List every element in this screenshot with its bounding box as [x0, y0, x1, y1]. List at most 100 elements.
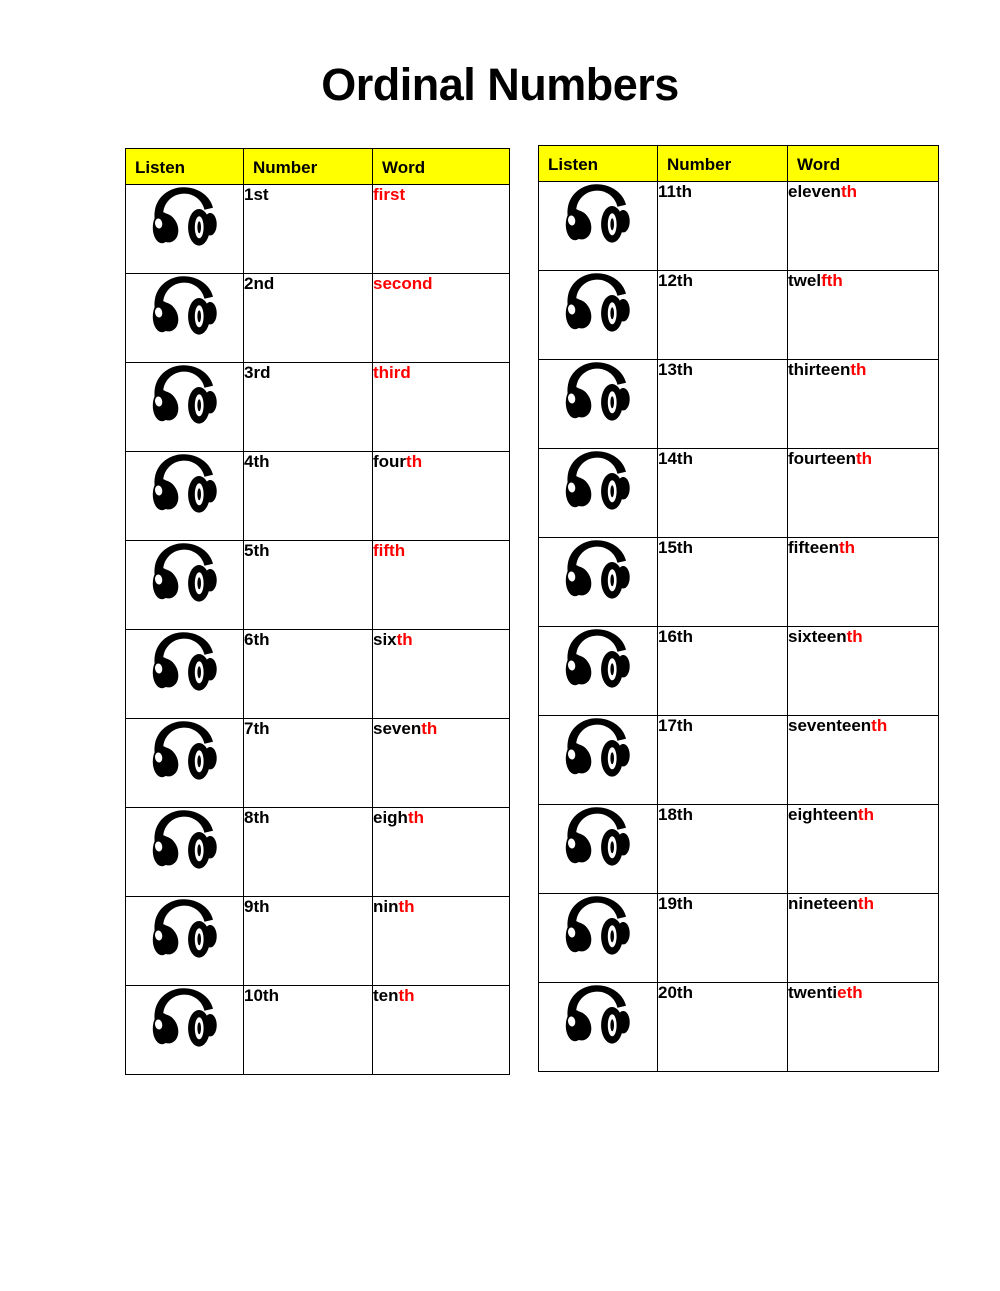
- page-title: Ordinal Numbers: [321, 59, 679, 110]
- ordinal-table-11-20: Listen Number Word 11th eleventh 12th twelf…: [538, 145, 939, 1072]
- column-header-number: Number: [243, 148, 373, 185]
- listen-cell[interactable]: [125, 718, 244, 808]
- headphones-icon[interactable]: [126, 630, 243, 692]
- listen-cell[interactable]: [538, 359, 658, 449]
- word-stem: twenti: [788, 983, 838, 1002]
- headphones-icon[interactable]: [539, 983, 657, 1045]
- listen-cell[interactable]: [538, 448, 658, 538]
- listen-cell[interactable]: [125, 896, 244, 986]
- headphones-icon[interactable]: [126, 363, 243, 425]
- headphones-icon[interactable]: [126, 986, 243, 1048]
- word-cell: first: [372, 184, 510, 274]
- word-suffix: th: [846, 627, 863, 646]
- headphones-icon[interactable]: [539, 360, 657, 422]
- word-suffix: th: [839, 538, 856, 557]
- number-cell: 12th: [657, 270, 788, 360]
- table-header-row: Listen Number Word: [538, 145, 939, 182]
- headphones-icon[interactable]: [539, 538, 657, 600]
- headphones-icon[interactable]: [126, 452, 243, 514]
- word-full-red: fifth: [373, 541, 406, 560]
- headphones-icon[interactable]: [539, 805, 657, 867]
- table-row: 20th twentieth: [538, 982, 939, 1072]
- word-stem: six: [373, 630, 397, 649]
- word-cell: sixteenth: [787, 626, 939, 716]
- headphones-icon[interactable]: [126, 185, 243, 247]
- number-cell: 17th: [657, 715, 788, 805]
- listen-cell[interactable]: [538, 270, 658, 360]
- headphones-icon[interactable]: [539, 627, 657, 689]
- word-cell: eighteenth: [787, 804, 939, 894]
- word-cell: ninth: [372, 896, 510, 986]
- table-row: 19th nineteenth: [538, 893, 939, 983]
- word-suffix: eth: [837, 983, 863, 1002]
- table-row: 12th twelfth: [538, 270, 939, 360]
- word-suffix: th: [406, 452, 423, 471]
- headphones-icon[interactable]: [126, 897, 243, 959]
- listen-cell[interactable]: [538, 982, 658, 1072]
- number-cell: 18th: [657, 804, 788, 894]
- table-row: 8th eighth: [125, 807, 510, 897]
- table-body-1-10: 1st first 2nd second 3rd third 4th fourth 5th fif…: [125, 184, 510, 1075]
- number-cell: 10th: [243, 985, 373, 1075]
- number-cell: 5th: [243, 540, 373, 630]
- word-stem: thirteen: [788, 360, 851, 379]
- table-row: 6th sixth: [125, 629, 510, 719]
- word-suffix: th: [398, 986, 415, 1005]
- word-stem: ten: [373, 986, 399, 1005]
- word-stem: fourteen: [788, 449, 856, 468]
- listen-cell[interactable]: [538, 626, 658, 716]
- headphones-icon[interactable]: [539, 271, 657, 333]
- headphones-icon[interactable]: [126, 719, 243, 781]
- word-stem: four: [373, 452, 407, 471]
- number-cell: 20th: [657, 982, 788, 1072]
- headphones-icon[interactable]: [539, 182, 657, 244]
- listen-cell[interactable]: [125, 985, 244, 1075]
- word-cell: thirteenth: [787, 359, 939, 449]
- listen-cell[interactable]: [125, 807, 244, 897]
- listen-cell[interactable]: [538, 715, 658, 805]
- word-cell: seventh: [372, 718, 510, 808]
- listen-cell[interactable]: [125, 451, 244, 541]
- word-full-red: second: [373, 274, 433, 293]
- headphones-icon[interactable]: [126, 274, 243, 336]
- listen-cell[interactable]: [125, 540, 244, 630]
- number-cell: 19th: [657, 893, 788, 983]
- word-suffix: th: [857, 894, 874, 913]
- table-row: 18th eighteenth: [538, 804, 939, 894]
- word-suffix: th: [407, 808, 424, 827]
- word-cell: sixth: [372, 629, 510, 719]
- table-row: 2nd second: [125, 273, 510, 363]
- number-cell: 1st: [243, 184, 373, 274]
- word-cell: seventeenth: [787, 715, 939, 805]
- listen-cell[interactable]: [125, 184, 244, 274]
- listen-cell[interactable]: [125, 273, 244, 363]
- word-suffix: th: [850, 360, 867, 379]
- word-stem: nineteen: [788, 894, 858, 913]
- word-stem: seven: [373, 719, 422, 738]
- headphones-icon[interactable]: [539, 716, 657, 778]
- number-cell: 8th: [243, 807, 373, 897]
- word-cell: eleventh: [787, 181, 939, 271]
- headphones-icon[interactable]: [126, 541, 243, 603]
- table-row: 4th fourth: [125, 451, 510, 541]
- listen-cell[interactable]: [538, 181, 658, 271]
- table-row: 5th fifth: [125, 540, 510, 630]
- table-header-row: Listen Number Word: [125, 148, 510, 185]
- listen-cell[interactable]: [538, 893, 658, 983]
- listen-cell[interactable]: [125, 629, 244, 719]
- number-cell: 13th: [657, 359, 788, 449]
- column-header-word: Word: [372, 148, 510, 185]
- table-row: 17th seventeenth: [538, 715, 939, 805]
- word-cell: third: [372, 362, 510, 452]
- number-cell: 2nd: [243, 273, 373, 363]
- listen-cell[interactable]: [538, 537, 658, 627]
- table-row: 11th eleventh: [538, 181, 939, 271]
- headphones-icon[interactable]: [539, 894, 657, 956]
- headphones-icon[interactable]: [539, 449, 657, 511]
- headphones-icon[interactable]: [126, 808, 243, 870]
- table-row: 10th tenth: [125, 985, 510, 1075]
- word-cell: eighth: [372, 807, 510, 897]
- listen-cell[interactable]: [125, 362, 244, 452]
- column-header-number: Number: [657, 145, 788, 182]
- listen-cell[interactable]: [538, 804, 658, 894]
